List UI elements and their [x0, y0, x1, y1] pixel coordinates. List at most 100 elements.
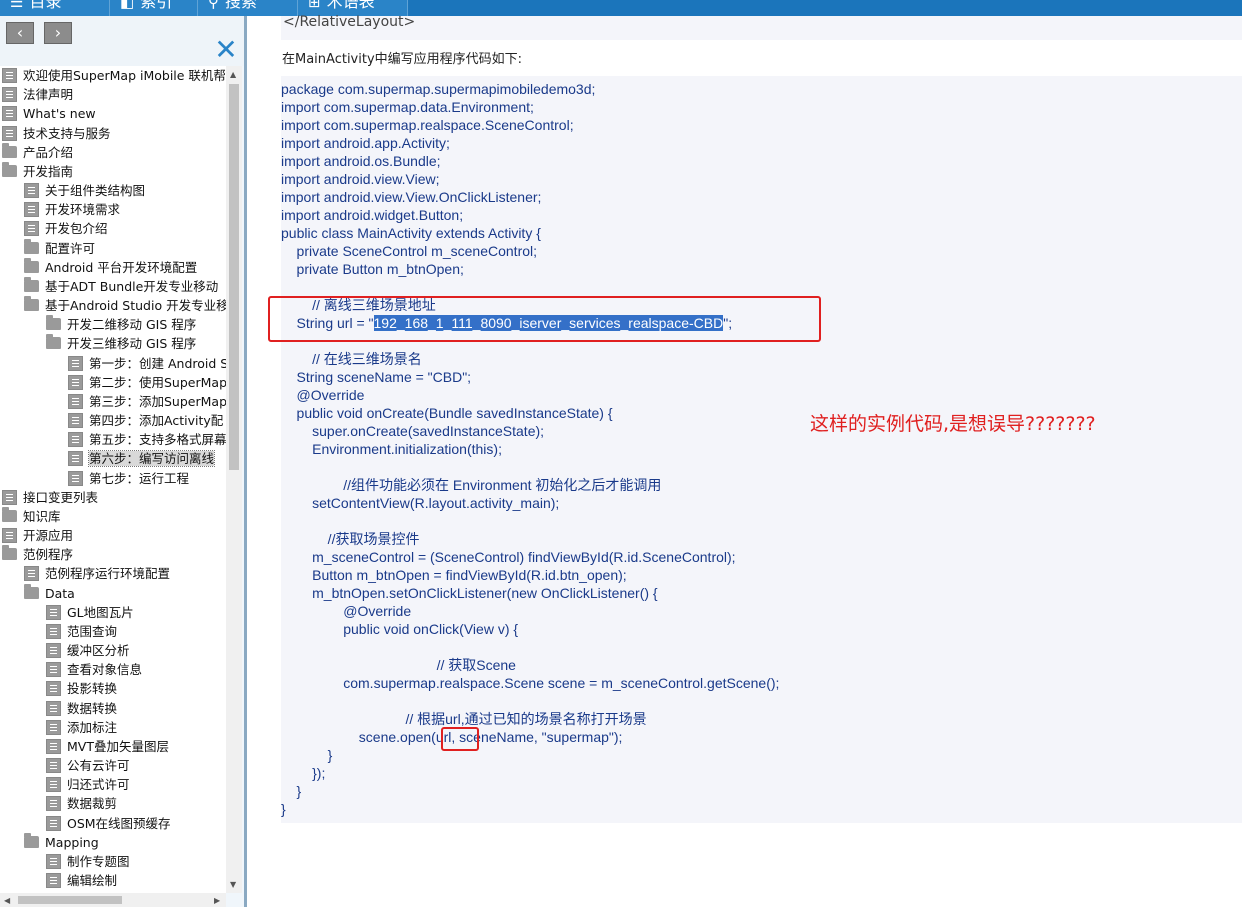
- tree-item[interactable]: 第二步：使用SuperMap: [68, 373, 226, 392]
- code-line: Button m_btnOpen = findViewById(R.id.btn…: [281, 566, 779, 584]
- tree-item[interactable]: 技术支持与服务: [2, 124, 111, 143]
- tree-item[interactable]: 关于组件类结构图: [24, 181, 145, 200]
- book-icon: ◧: [120, 0, 135, 11]
- tree-item-label: 数据转换: [67, 700, 118, 716]
- tree-item-label: 开发指南: [23, 163, 74, 179]
- tree-item[interactable]: 数据转换: [46, 699, 117, 718]
- scroll-right-arrow-icon[interactable]: ▶: [214, 896, 220, 905]
- tree-item[interactable]: Data: [24, 583, 75, 603]
- tree-item-label: 法律声明: [23, 87, 74, 103]
- page-icon: [24, 221, 39, 237]
- tree-item[interactable]: Android 平台开发环境配置: [24, 257, 197, 277]
- code-line-text: import android.widget.Button;: [281, 207, 464, 223]
- code-line-text: super.onCreate(savedInstanceState);: [281, 423, 545, 439]
- tree-item[interactable]: 基于ADT Bundle开发专业移动: [24, 276, 218, 296]
- code-line-text: // 根据url,通过已知的场景名称打开场景: [281, 711, 647, 727]
- code-line-text: Environment.initialization(this);: [281, 441, 502, 457]
- tree-item[interactable]: 第一步：创建 Android S: [68, 354, 226, 373]
- tree-item[interactable]: GL地图瓦片: [46, 603, 134, 622]
- scroll-up-arrow-icon[interactable]: ▲: [230, 70, 236, 79]
- back-button[interactable]: ‹: [6, 22, 34, 44]
- tree-item[interactable]: 公有云许可: [46, 756, 130, 775]
- folder-icon: [24, 238, 39, 254]
- tree-item[interactable]: 开发包介绍: [24, 219, 108, 238]
- tree-item[interactable]: 基于Android Studio 开发专业移: [24, 296, 226, 315]
- folder-icon: [46, 315, 61, 331]
- code-line: scene.open(url, sceneName, "supermap");: [281, 728, 779, 746]
- tree-item[interactable]: 开发指南: [2, 161, 74, 181]
- tree-item[interactable]: 产品介绍: [2, 142, 74, 162]
- tree-item-label: 第四步：添加Activity配: [89, 413, 224, 429]
- page-icon: [68, 413, 83, 429]
- tree-item[interactable]: 范例程序运行环境配置: [24, 564, 170, 583]
- code-line-text: }: [281, 747, 333, 763]
- page-icon: [2, 87, 17, 103]
- tree-item-label: 第六步：编写访问离线: [87, 450, 216, 468]
- tree-item-label: 制作专题图: [67, 853, 130, 869]
- tree-item-label: 产品介绍: [23, 144, 74, 160]
- page-icon: [46, 700, 61, 716]
- tree-item[interactable]: Mapping: [24, 832, 99, 852]
- tree-item[interactable]: 范围查询: [46, 622, 117, 641]
- tree-item-label: What's new: [23, 106, 96, 122]
- code-line: import android.view.View.OnClickListener…: [281, 188, 779, 206]
- forward-button[interactable]: ›: [44, 22, 72, 44]
- tree-item[interactable]: 第四步：添加Activity配: [68, 411, 223, 430]
- page-icon: [2, 106, 17, 122]
- index-tab-button[interactable]: ◧ 索引: [110, 0, 198, 16]
- tree-item[interactable]: 投影转换: [46, 679, 117, 698]
- tree-item[interactable]: 查看对象信息: [46, 660, 142, 679]
- code-line-text: String sceneName = "CBD";: [281, 369, 472, 385]
- tree-item-label: 编辑绘制: [67, 873, 118, 889]
- tree-horizontal-scroll-thumb[interactable]: [18, 896, 122, 904]
- code-line: }: [281, 782, 779, 800]
- tree-item-label: 开源应用: [23, 528, 74, 544]
- folder-icon: [2, 545, 17, 561]
- tree-item-label: 数据裁剪: [67, 796, 118, 812]
- folder-icon: [24, 296, 39, 312]
- tree-item[interactable]: OSM在线图预缓存: [46, 814, 171, 833]
- tree-item[interactable]: 数据裁剪: [46, 794, 117, 813]
- tree-item[interactable]: 开源应用: [2, 526, 73, 545]
- page-icon: [46, 662, 61, 678]
- chevron-left-icon: ‹: [16, 23, 24, 42]
- tree-item[interactable]: MVT叠加矢量图层: [46, 737, 169, 756]
- tree-item[interactable]: 法律声明: [2, 85, 73, 104]
- code-line-text: //获取场景控件: [281, 531, 420, 547]
- tree-item[interactable]: 制作专题图: [46, 852, 130, 871]
- tree-item[interactable]: 欢迎使用SuperMap iMobile 联机帮助: [2, 66, 226, 85]
- tree-item-label: 归还式许可: [67, 777, 130, 793]
- tree-item[interactable]: 缓冲区分析: [46, 641, 130, 660]
- tree-item[interactable]: 添加标注: [46, 718, 117, 737]
- tree-item[interactable]: 开发三维移动 GIS 程序: [46, 334, 196, 353]
- code-line-text: package com.supermap.supermapimobiledemo…: [281, 81, 596, 97]
- scroll-down-arrow-icon[interactable]: ▼: [230, 880, 236, 889]
- code-line-text: import android.os.Bundle;: [281, 153, 441, 169]
- tree-item[interactable]: 编辑绘制: [46, 871, 117, 890]
- code-line: import android.os.Bundle;: [281, 152, 779, 170]
- tree-item[interactable]: 范例程序: [2, 545, 73, 564]
- tree-item[interactable]: What's new: [2, 104, 96, 123]
- code-line-text: public void onClick(View v) {: [281, 621, 519, 637]
- tree-vertical-scroll-thumb[interactable]: [229, 84, 239, 470]
- scroll-left-arrow-icon[interactable]: ◀: [4, 896, 10, 905]
- tree-item[interactable]: 开发环境需求: [24, 200, 120, 219]
- folder-icon: [46, 334, 61, 350]
- tree-item[interactable]: 知识库: [2, 506, 61, 526]
- page-icon: [46, 681, 61, 697]
- tree-item[interactable]: 第五步：支持多格式屏幕: [68, 430, 226, 449]
- tree-item[interactable]: 接口变更列表: [2, 488, 98, 507]
- tree-item[interactable]: 第七步：运行工程: [68, 469, 189, 488]
- tree-item-label: 第一步：创建 Android S: [89, 355, 226, 371]
- tree-item[interactable]: 第六步：编写访问离线: [68, 449, 216, 468]
- tree-item[interactable]: 开发二维移动 GIS 程序: [46, 315, 196, 334]
- tree-item[interactable]: 归还式许可: [46, 775, 130, 794]
- code-line: //获取场景控件: [281, 530, 779, 548]
- code-line-text: import android.view.View;: [281, 171, 440, 187]
- tree-item-label: 欢迎使用SuperMap iMobile 联机帮助: [23, 68, 226, 83]
- close-pane-button[interactable]: ✕: [212, 36, 240, 64]
- tree-item[interactable]: 配置许可: [24, 238, 95, 258]
- toc-tab-button[interactable]: ☰ 目录: [0, 0, 110, 16]
- tree-item[interactable]: 第三步：添加SuperMap: [68, 392, 226, 411]
- page-icon: [2, 68, 17, 83]
